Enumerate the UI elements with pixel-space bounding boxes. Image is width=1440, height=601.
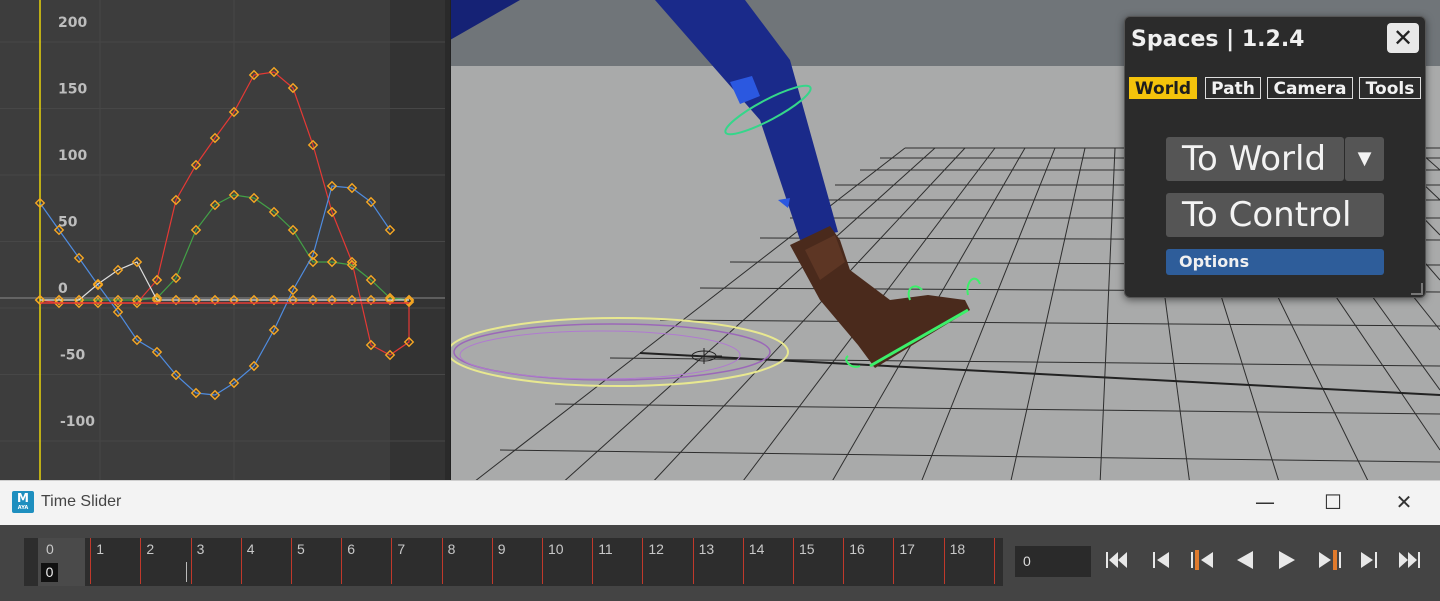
frame-label[interactable]: 18 xyxy=(950,541,966,557)
frame-tick xyxy=(140,538,142,584)
frame-label[interactable]: 1 xyxy=(96,541,104,557)
frame-label[interactable]: 4 xyxy=(247,541,255,557)
frame-label[interactable]: 7 xyxy=(397,541,405,557)
y-tick-label: 200 xyxy=(58,15,87,31)
frame-tick xyxy=(491,538,493,584)
scrub-cursor xyxy=(186,562,187,582)
playback-controls[interactable] xyxy=(1103,542,1423,578)
graph-editor[interactable]: 200 150 100 50 0 -50 -100 xyxy=(0,0,451,480)
close-button[interactable]: ✕ xyxy=(1389,489,1419,515)
close-button[interactable]: ✕ xyxy=(1387,23,1419,53)
y-tick-label: 100 xyxy=(58,148,87,164)
frame-tick xyxy=(542,538,543,584)
time-slider-window[interactable]: M AYA Time Slider — ☐ ✕ 0 0 1 2 3 4 5 6 7 8 9 10 11 1… xyxy=(0,480,1440,601)
frame-label[interactable]: 9 xyxy=(498,541,506,557)
maximize-button[interactable]: ☐ xyxy=(1318,489,1348,515)
y-tick-label: -50 xyxy=(60,348,86,364)
frame-label[interactable]: 15 xyxy=(799,541,815,557)
to-control-button[interactable]: To Control xyxy=(1166,193,1384,237)
step-back-frame-icon[interactable] xyxy=(1153,552,1169,568)
y-tick-label: 0 xyxy=(58,281,68,297)
frame-tick xyxy=(341,538,343,584)
options-button[interactable]: Options xyxy=(1166,249,1384,275)
tab-tools[interactable]: Tools xyxy=(1359,77,1421,99)
frame-tick xyxy=(291,538,292,584)
resize-grip-icon[interactable] xyxy=(1411,283,1423,295)
title-bar[interactable]: M AYA Time Slider — ☐ ✕ xyxy=(0,481,1440,525)
frame-label[interactable]: 12 xyxy=(648,541,664,557)
frame-tick xyxy=(391,538,393,584)
frame-label[interactable]: 6 xyxy=(347,541,355,557)
frame-label[interactable]: 0 xyxy=(46,541,54,557)
frame-tick xyxy=(240,538,242,584)
minimize-button[interactable]: — xyxy=(1250,489,1280,515)
frame-tick xyxy=(893,538,895,584)
frame-label[interactable]: 16 xyxy=(849,541,865,557)
graph-canvas[interactable]: 200150100500-50-100 xyxy=(0,0,450,480)
time-slider-body: 0 0 1 2 3 4 5 6 7 8 9 10 11 12 13 14 15 16 17 18 0 xyxy=(0,525,1440,601)
frame-tick xyxy=(441,538,443,584)
frame-tick xyxy=(90,538,92,584)
frame-tick xyxy=(642,538,644,584)
frame-tick xyxy=(742,538,744,584)
frame-label[interactable]: 8 xyxy=(448,541,456,557)
timeline[interactable]: 0 0 1 2 3 4 5 6 7 8 9 10 11 12 13 14 15 16 17 18 xyxy=(24,538,1003,586)
frame-label[interactable]: 11 xyxy=(598,541,613,557)
frame-label[interactable]: 17 xyxy=(899,541,915,557)
current-frame-indicator: 0 xyxy=(41,563,58,582)
current-frame-field[interactable]: 0 xyxy=(1015,546,1091,577)
frame-tick xyxy=(843,538,845,584)
frame-tick xyxy=(943,538,945,584)
frame-tick xyxy=(190,538,192,584)
step-back-key-icon[interactable] xyxy=(1191,550,1213,570)
step-forward-key-icon[interactable] xyxy=(1319,550,1341,570)
tab-path[interactable]: Path xyxy=(1205,77,1261,99)
tab-world[interactable]: World xyxy=(1129,77,1197,99)
go-to-end-icon[interactable] xyxy=(1399,552,1420,568)
to-world-button[interactable]: To World xyxy=(1166,137,1344,181)
frame-label[interactable]: 2 xyxy=(146,541,154,557)
frame-tick xyxy=(793,538,794,584)
chevron-down-icon[interactable]: ▼ xyxy=(1345,137,1384,181)
maya-app-icon: M AYA xyxy=(12,491,34,513)
frame-tick xyxy=(592,538,594,584)
frame-tick xyxy=(993,538,995,584)
spaces-window[interactable]: Spaces | 1.2.4 ✕ World Path Camera Tools… xyxy=(1124,16,1426,298)
3d-viewport[interactable]: 200 150 100 50 0 -50 -100 Spaces | 1.2.4 ✕ Wor… xyxy=(0,0,1440,485)
frame-label[interactable]: 14 xyxy=(749,541,765,557)
tab-camera[interactable]: Camera xyxy=(1267,77,1353,99)
y-tick-label: 150 xyxy=(58,82,87,98)
play-forwards-icon[interactable] xyxy=(1279,551,1295,569)
spaces-title: Spaces | 1.2.4 xyxy=(1131,27,1305,52)
frame-tick xyxy=(692,538,694,584)
go-to-start-icon[interactable] xyxy=(1106,552,1127,568)
step-forward-frame-icon[interactable] xyxy=(1361,552,1377,568)
frame-label[interactable]: 13 xyxy=(699,541,715,557)
frame-label[interactable]: 5 xyxy=(297,541,305,557)
play-backwards-icon[interactable] xyxy=(1237,551,1253,569)
frame-label[interactable]: 3 xyxy=(197,541,205,557)
y-tick-label: -100 xyxy=(60,414,95,430)
frame-label[interactable]: 10 xyxy=(548,541,564,557)
window-title: Time Slider xyxy=(41,493,122,510)
